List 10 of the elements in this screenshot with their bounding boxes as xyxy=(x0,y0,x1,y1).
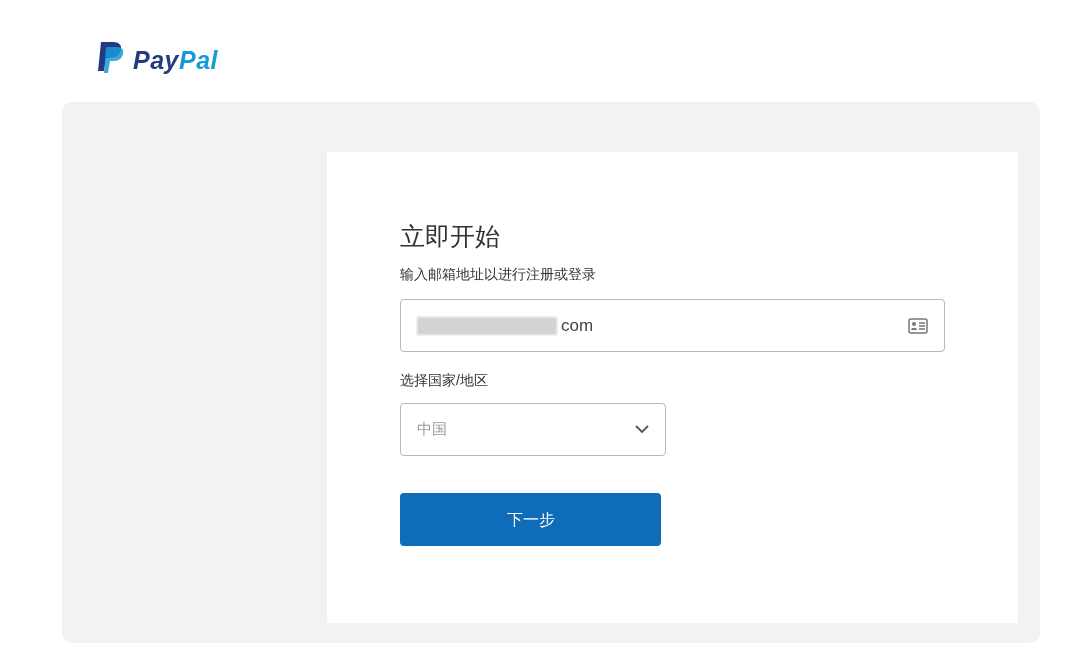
chevron-down-icon xyxy=(635,425,649,434)
form-subtitle: 输入邮箱地址以进行注册或登录 xyxy=(400,265,597,284)
field-label: 选择国家/地区 xyxy=(400,371,489,390)
country-select[interactable]: 中国 xyxy=(400,403,666,456)
form-title: 立即开始 xyxy=(400,221,501,252)
next-button[interactable]: 下一步 xyxy=(400,493,661,546)
email-field[interactable]: com xyxy=(400,299,945,352)
logo-icon xyxy=(97,40,125,74)
contact-card-icon xyxy=(908,317,928,334)
logo-text: PayPal xyxy=(133,45,218,76)
